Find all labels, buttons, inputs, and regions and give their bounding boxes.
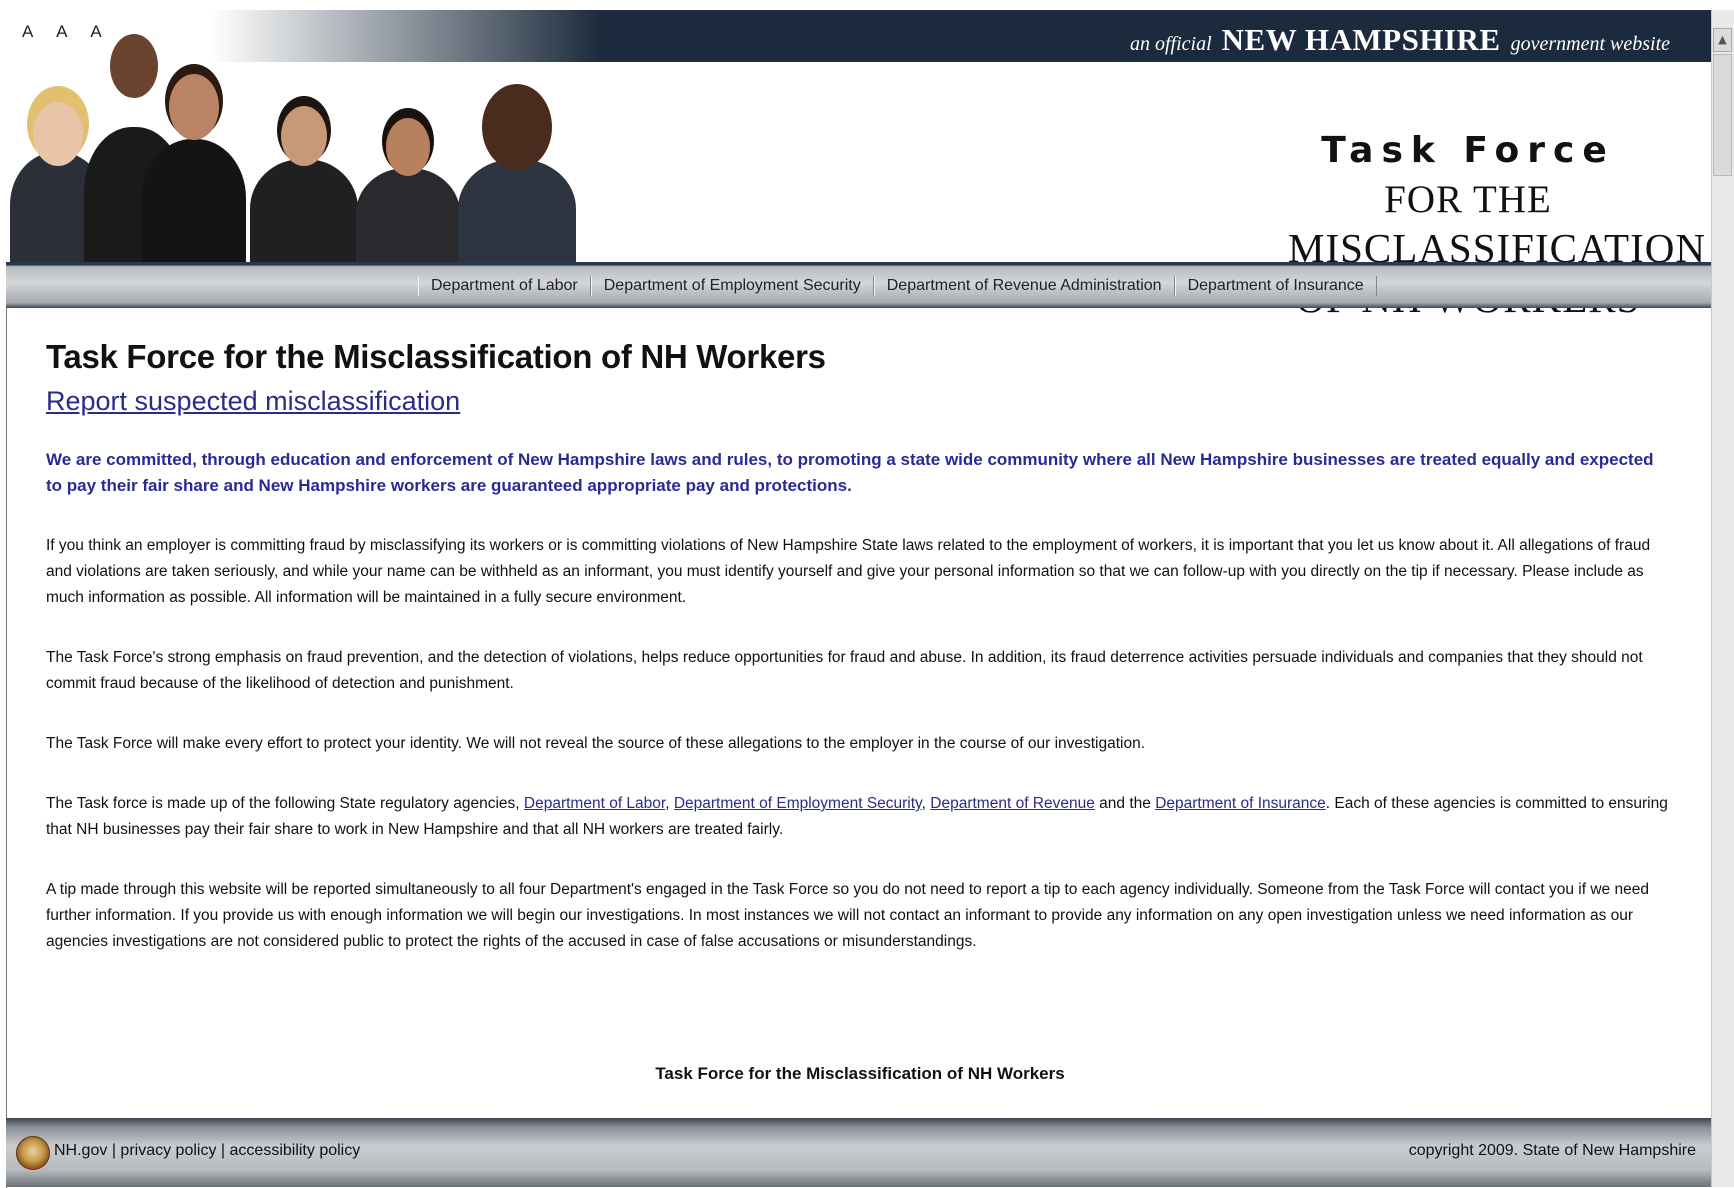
scroll-up-arrow-icon[interactable]: ▲ <box>1713 28 1732 52</box>
scrollbar-thumb[interactable] <box>1713 54 1732 176</box>
report-misclassification-link[interactable]: Report suspected misclassification <box>46 386 460 417</box>
paragraph-fraud-prevention: The Task Force's strong emphasis on frau… <box>46 649 1643 692</box>
footer-title: Task Force for the Misclassification of … <box>655 1064 1065 1083</box>
official-site-label: an official NEW HAMPSHIRE government web… <box>1129 22 1670 57</box>
footer-link-nh-gov[interactable]: NH.gov <box>54 1142 107 1159</box>
copyright-text: copyright 2009. State of New Hampshire <box>1408 1142 1696 1159</box>
page-footer: NH.gov | privacy policy | accessibility … <box>6 1118 1712 1187</box>
brand-line-2: FOR THE <box>1384 178 1552 221</box>
link-department-of-employment-security[interactable]: Department of Employment Security <box>674 795 922 812</box>
footer-link-privacy-policy[interactable]: privacy policy <box>120 1142 216 1159</box>
department-nav: Department of Labor Department of Employ… <box>6 262 1712 308</box>
nav-department-of-insurance[interactable]: Department of Insurance <box>1174 276 1377 296</box>
page-title: Task Force for the Misclassification of … <box>46 338 826 375</box>
link-department-of-labor[interactable]: Department of Labor <box>524 795 665 812</box>
link-department-of-insurance[interactable]: Department of Insurance <box>1155 795 1326 812</box>
workers-photo <box>6 14 576 262</box>
brand-line-1: Task Force <box>1321 130 1615 171</box>
paragraph-agencies: The Task force is made up of the followi… <box>46 795 1668 838</box>
nav-department-of-employment-security[interactable]: Department of Employment Security <box>590 276 874 296</box>
link-department-of-revenue[interactable]: Department of Revenue <box>930 795 1095 812</box>
footer-link-accessibility-policy[interactable]: accessibility policy <box>230 1142 361 1159</box>
nav-department-of-revenue-administration[interactable]: Department of Revenue Administration <box>873 276 1175 296</box>
nh-state-seal-icon <box>16 1136 50 1170</box>
footer-links: NH.gov | privacy policy | accessibility … <box>54 1142 361 1159</box>
person-figure <box>250 84 358 262</box>
nav-department-of-labor[interactable]: Department of Labor <box>418 276 591 296</box>
paragraph-identity-protection: The Task Force will make every effort to… <box>46 735 1146 752</box>
mission-statement: We are committed, through education and … <box>46 450 1654 495</box>
main-content: Task Force for the Misclassification of … <box>46 338 1672 955</box>
person-figure <box>356 100 460 262</box>
person-figure <box>142 50 246 262</box>
vertical-scrollbar[interactable]: ▲ <box>1711 10 1734 1187</box>
paragraph-tip-process: A tip made through this website will be … <box>46 881 1649 950</box>
person-figure <box>458 84 576 262</box>
paragraph-report-fraud: If you think an employer is committing f… <box>46 537 1651 606</box>
font-size-controls[interactable]: A A A <box>22 22 112 42</box>
